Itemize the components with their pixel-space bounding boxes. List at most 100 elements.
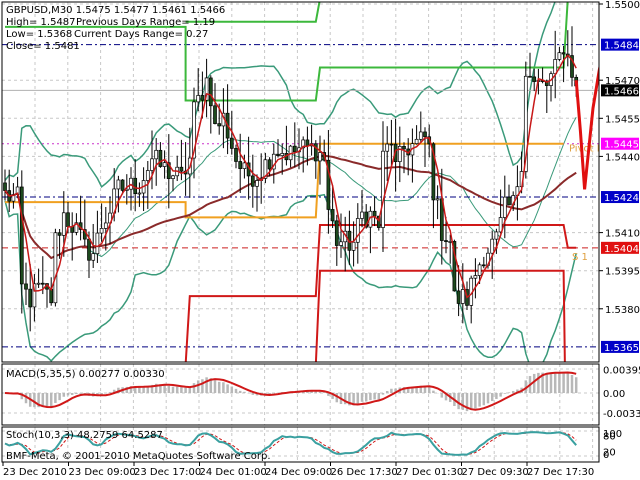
- candle-body-bear: [423, 131, 427, 138]
- candle-body-bull: [385, 143, 390, 152]
- candle-body-bull: [435, 198, 440, 201]
- candle-body-bear: [389, 143, 394, 146]
- time-tick-label: 24 Dec 01:00: [200, 467, 267, 478]
- candle-body-bull: [103, 222, 108, 229]
- price-level-label: 1.5424: [604, 193, 639, 204]
- macd-tick-label: -0.0033: [603, 409, 640, 420]
- time-tick-label: 27 Dec 17:30: [527, 467, 594, 478]
- candle-body-bear: [217, 123, 222, 127]
- candle-body-bear: [372, 210, 377, 217]
- price-tick-label: 1.5440: [605, 152, 640, 163]
- candle-body-bear: [213, 105, 217, 124]
- candle-body-bull: [53, 232, 58, 304]
- trading-chart[interactable]: Pivot PointS 1 1.55001.54701.54551.54401…: [0, 0, 640, 480]
- macd-tick-label: 0.00: [603, 389, 625, 400]
- candle-body-bear: [179, 166, 184, 172]
- candle-body-bull: [477, 264, 482, 276]
- price-tick-label: 1.5500: [605, 0, 640, 11]
- price-tick-label: 1.5380: [605, 305, 640, 316]
- time-tick-label: 24 Dec 09:00: [265, 467, 332, 478]
- candle-body-bull: [171, 175, 175, 179]
- candle-body-bear: [481, 264, 486, 267]
- candle-body-bear: [87, 238, 91, 261]
- candle-body-bear: [120, 179, 125, 191]
- candle-body-bull: [318, 152, 322, 162]
- candle-body-bear: [19, 186, 24, 285]
- candle-body-bear: [66, 212, 70, 228]
- candle-body-bear: [267, 159, 272, 170]
- time-tick-label: 27 Dec 01:30: [396, 467, 463, 478]
- time-tick-label: 23 Dec 17:00: [134, 467, 201, 478]
- candle-body-bear: [456, 290, 461, 304]
- candle-body-bear: [444, 240, 448, 243]
- candle-body-bull: [360, 211, 364, 219]
- previous-days-range: Previous Days Range= 1.19: [76, 17, 215, 28]
- price-level-label: 1.5365: [604, 343, 639, 354]
- stoch-title: Stoch(10,3,3) 48.2759 64.5287: [6, 430, 163, 441]
- candle-body-bear: [158, 149, 163, 167]
- candle-body-bull: [137, 192, 142, 195]
- candle-body-bull: [381, 150, 385, 228]
- price-level-label: 1.5445: [604, 140, 639, 151]
- candle-body-bull: [196, 95, 201, 103]
- candle-body-bull: [460, 289, 465, 304]
- candle-body-bull: [242, 162, 247, 169]
- candle-body-bull: [99, 228, 104, 234]
- price-level-label: 1.5466: [604, 86, 639, 97]
- candle-body-bear: [49, 288, 54, 304]
- candle-body-bull: [91, 253, 96, 261]
- candle-body-bear: [402, 146, 406, 150]
- candle-body-bull: [473, 275, 478, 279]
- s1-label: S 1: [572, 252, 588, 263]
- candle-body-bear: [305, 139, 310, 147]
- candle-body-bull: [116, 179, 121, 190]
- candle-body-bull: [162, 162, 167, 167]
- time-tick-label: 26 Dec 17:30: [331, 467, 398, 478]
- candle-body-bull: [150, 158, 154, 171]
- candle-body-bear: [229, 137, 234, 149]
- macd-title: MACD(5,35,5) 0.00277 0.00330: [6, 369, 165, 380]
- candle-body-bull: [557, 52, 562, 60]
- candle-body-bear: [292, 145, 297, 153]
- candle-body-bear: [250, 175, 255, 187]
- candle-body-bear: [507, 196, 511, 206]
- low-value: Low= 1.5368: [6, 29, 72, 40]
- time-tick-label: 23 Dec 2010: [3, 467, 67, 478]
- candle-body-bull: [418, 131, 423, 140]
- candle-body-bull: [553, 59, 558, 75]
- candle-body-bull: [490, 238, 495, 254]
- candle-body-bear: [200, 95, 205, 101]
- candle-body-bull: [255, 180, 259, 187]
- time-tick-label: 23 Dec 09:00: [69, 467, 136, 478]
- close-value: Close= 1.5481: [6, 41, 80, 52]
- price-tick-label: 1.5455: [605, 114, 640, 125]
- price-tick-label: 1.5410: [605, 229, 640, 240]
- candle-body-bull: [95, 232, 100, 255]
- candle-body-bull: [339, 241, 343, 246]
- candle-body-bear: [24, 283, 28, 290]
- candle-body-bear: [40, 282, 45, 285]
- high-value: High= 1.5487: [6, 17, 76, 28]
- price-level-label: 1.5404: [604, 244, 639, 255]
- candle-body-bear: [532, 76, 537, 82]
- price-level-label: 1.5484: [604, 41, 639, 52]
- candle-body-bear: [528, 75, 532, 78]
- candle-body-bull: [502, 196, 507, 218]
- candle-body-bear: [234, 148, 238, 162]
- current-days-range: Current Days Range= 0.27: [74, 29, 208, 40]
- candle-body-bear: [561, 52, 566, 55]
- macd-tick-label: 0.00395: [603, 365, 640, 376]
- candle-body-bull: [448, 241, 453, 243]
- candle-body-bull: [36, 282, 41, 285]
- copyright-text: BMF-Meta, © 2001-2010 MetaQuotes Softwar…: [6, 451, 271, 462]
- stoch-tick-label: 80: [603, 431, 616, 442]
- candle-body-bull: [494, 231, 499, 240]
- candle[interactable]: [53, 228, 58, 307]
- time-tick-label: 27 Dec 09:30: [462, 467, 529, 478]
- candle-body-bear: [334, 220, 339, 246]
- stoch-tick-label: 0: [603, 450, 609, 461]
- candle-body-bull: [154, 149, 159, 160]
- candle-body-bull: [414, 138, 419, 144]
- candle-body-bear: [330, 209, 335, 222]
- candle-body-bear: [276, 153, 280, 156]
